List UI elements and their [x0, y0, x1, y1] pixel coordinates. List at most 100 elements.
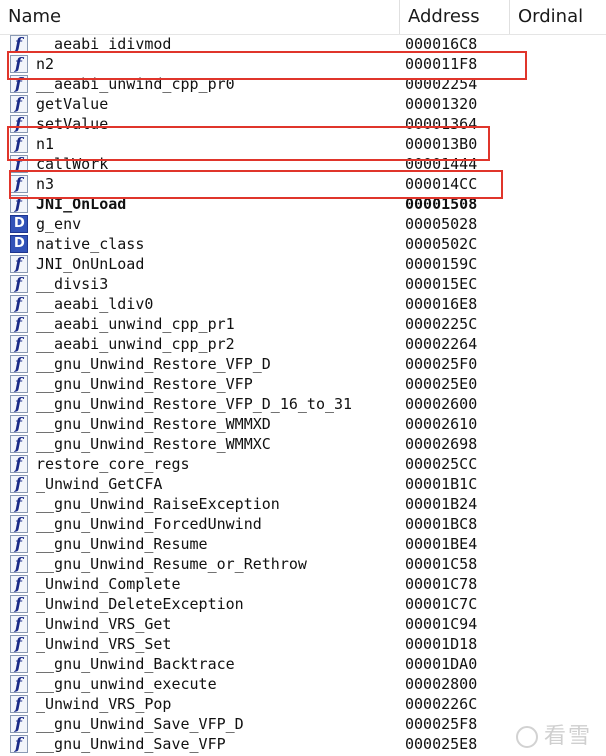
row-address: 00001D18: [405, 635, 478, 653]
row-name: __gnu_Unwind_Restore_WMMXD: [36, 415, 271, 433]
table-row[interactable]: _Unwind_GetCFA 00001B1C: [0, 474, 606, 494]
table-row[interactable]: n2 000011F8: [0, 54, 606, 74]
table-row[interactable]: __gnu_Unwind_Backtrace 00001DA0: [0, 654, 606, 674]
row-name: __gnu_Unwind_Restore_VFP_D: [36, 355, 271, 373]
function-icon: [10, 54, 28, 73]
function-icon: [10, 174, 28, 193]
row-name: __gnu_Unwind_Restore_WMMXC: [36, 435, 271, 453]
function-icon: [10, 314, 28, 333]
table-row[interactable]: __gnu_Unwind_Restore_WMMXD 00002610: [0, 414, 606, 434]
row-address: 000014CC: [405, 175, 478, 193]
table-row[interactable]: __gnu_Unwind_RaiseException 00001B24: [0, 494, 606, 514]
row-address: 0000225C: [405, 315, 478, 333]
row-address: 00001C94: [405, 615, 478, 633]
table-row[interactable]: __aeabi_unwind_cpp_pr1 0000225C: [0, 314, 606, 334]
row-name: __gnu_Unwind_Resume: [36, 535, 208, 553]
row-address: 000011F8: [405, 55, 478, 73]
row-address: 00001C58: [405, 555, 478, 573]
watermark-text: 看雪: [543, 724, 592, 749]
row-address: 000013B0: [405, 135, 478, 153]
function-icon: [10, 374, 28, 393]
function-icon: [10, 194, 28, 213]
table-row[interactable]: __gnu_Unwind_Restore_VFP_D_16_to_31 00002…: [0, 394, 606, 414]
table-row[interactable]: __gnu_Unwind_ForcedUnwind 00001BC8: [0, 514, 606, 534]
table-row[interactable]: n1 000013B0: [0, 134, 606, 154]
table-row[interactable]: restore_core_regs 000025CC: [0, 454, 606, 474]
row-name: JNI_OnUnLoad: [36, 255, 145, 273]
table-row[interactable]: _Unwind_VRS_Get 00001C94: [0, 614, 606, 634]
function-icon: [10, 354, 28, 373]
row-address: 00001320: [405, 95, 478, 113]
function-icon: [10, 534, 28, 553]
column-header-name[interactable]: Name: [0, 0, 400, 34]
row-address: 00001B1C: [405, 475, 478, 493]
function-icon: [10, 434, 28, 453]
row-address: 00002610: [405, 415, 478, 433]
table-row[interactable]: __gnu_Unwind_Resume_or_Rethrow 00001C58: [0, 554, 606, 574]
function-icon: [10, 734, 28, 753]
exports-list: __aeabi_idivmod000016C8n2000011F8__aeabi…: [0, 34, 606, 754]
function-icon: [10, 154, 28, 173]
row-name: _Unwind_DeleteException: [36, 595, 244, 613]
table-row[interactable]: JNI_OnLoad 00001508: [0, 194, 606, 214]
row-address: 0000502C: [405, 235, 478, 253]
row-address: 00001508: [405, 195, 478, 213]
row-address: 00002600: [405, 395, 478, 413]
table-row[interactable]: n3 000014CC: [0, 174, 606, 194]
row-name: _Unwind_VRS_Get: [36, 615, 172, 633]
table-row[interactable]: __aeabi_ldiv0 000016E8: [0, 294, 606, 314]
row-name: __divsi3: [36, 275, 109, 293]
table-row[interactable]: getValue 00001320: [0, 94, 606, 114]
row-name: __gnu_Unwind_ForcedUnwind: [36, 515, 262, 533]
function-icon: [10, 574, 28, 593]
table-row[interactable]: __gnu_unwind_execute 00002800: [0, 674, 606, 694]
table-row[interactable]: __gnu_Unwind_Restore_WMMXC 00002698: [0, 434, 606, 454]
table-row[interactable]: __gnu_Unwind_Restore_VFP 000025E0: [0, 374, 606, 394]
table-row[interactable]: native_class 0000502C: [0, 234, 606, 254]
row-name: _Unwind_VRS_Set: [36, 635, 172, 653]
table-row[interactable]: _Unwind_VRS_Set 00001D18: [0, 634, 606, 654]
table-row[interactable]: _Unwind_DeleteException 00001C7C: [0, 594, 606, 614]
function-icon: [10, 654, 28, 673]
column-header-address[interactable]: Address: [400, 0, 510, 34]
function-icon: [10, 94, 28, 113]
function-icon: [10, 74, 28, 93]
function-icon: [10, 474, 28, 493]
table-row[interactable]: __gnu_Unwind_Resume 00001BE4: [0, 534, 606, 554]
function-icon: [10, 294, 28, 313]
row-name: __aeabi_idivmod: [36, 35, 172, 53]
function-icon: [10, 694, 28, 713]
function-icon: [10, 634, 28, 653]
function-icon: [10, 674, 28, 693]
row-name: JNI_OnLoad: [36, 195, 127, 213]
row-name: n2: [36, 55, 55, 73]
function-icon: [10, 274, 28, 293]
table-row[interactable]: __divsi3 000015EC: [0, 274, 606, 294]
row-name: __gnu_Unwind_RaiseException: [36, 495, 280, 513]
row-address: 000025F0: [405, 355, 478, 373]
row-name: __gnu_Unwind_Resume_or_Rethrow: [36, 555, 307, 573]
table-row[interactable]: JNI_OnUnLoad 0000159C: [0, 254, 606, 274]
row-name: restore_core_regs: [36, 455, 190, 473]
table-row[interactable]: _Unwind_Complete 00001C78: [0, 574, 606, 594]
row-address: 00005028: [405, 215, 478, 233]
table-row[interactable]: __gnu_Unwind_Restore_VFP_D 000025F0: [0, 354, 606, 374]
table-row[interactable]: __aeabi_idivmod 000016C8: [0, 34, 606, 54]
row-name: n1: [36, 135, 55, 153]
table-row[interactable]: _Unwind_VRS_Pop 0000226C: [0, 694, 606, 714]
row-name: __gnu_Unwind_Restore_VFP_D_16_to_31: [36, 395, 353, 413]
row-address: 000016E8: [405, 295, 478, 313]
row-address: 0000159C: [405, 255, 478, 273]
table-row[interactable]: __aeabi_unwind_cpp_pr0 00002254: [0, 74, 606, 94]
row-address: 000016C8: [405, 35, 478, 53]
table-row[interactable]: setValue 00001364: [0, 114, 606, 134]
watermark: 看雪: [515, 718, 592, 750]
column-header-ordinal[interactable]: Ordinal: [510, 0, 606, 34]
table-row[interactable]: __aeabi_unwind_cpp_pr2 00002264: [0, 334, 606, 354]
row-name: __aeabi_unwind_cpp_pr1: [36, 315, 235, 333]
table-row[interactable]: callWork 00001444: [0, 154, 606, 174]
row-name: setValue: [36, 115, 109, 133]
row-name: _Unwind_Complete: [36, 575, 181, 593]
function-icon: [10, 594, 28, 613]
table-row[interactable]: g_env 00005028: [0, 214, 606, 234]
